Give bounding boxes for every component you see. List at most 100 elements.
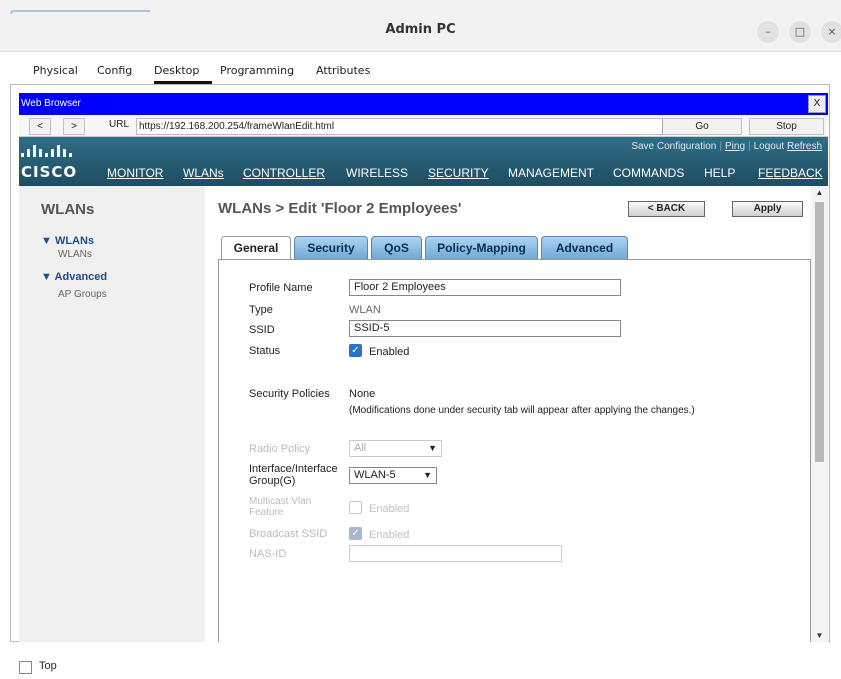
security-policies-note: (Modifications done under security tab w… — [349, 405, 695, 416]
back-page-button[interactable]: < BACK — [628, 201, 705, 217]
window-title: Admin PC — [385, 22, 456, 37]
sidebar-group-wlans[interactable]: ▼ WLANs — [41, 235, 94, 247]
scroll-up-icon[interactable]: ▲ — [811, 188, 828, 197]
tab-physical[interactable]: Physical — [33, 58, 78, 84]
menu-wlans[interactable]: WLANs — [183, 166, 224, 180]
scroll-down-icon[interactable]: ▼ — [811, 631, 828, 640]
sidebar: WLANs ▼ WLANs WLANs ▼ Advanced AP Groups — [19, 186, 205, 642]
broadcast-enabled-label: Enabled — [369, 529, 410, 541]
check-icon: ✓ — [351, 345, 360, 356]
radio-policy-value: All — [354, 442, 367, 454]
top-checkbox[interactable] — [19, 661, 32, 674]
page-title: WLANs > Edit 'Floor 2 Employees' — [218, 200, 462, 217]
titlebar-decoration — [10, 10, 150, 14]
close-button[interactable]: × — [821, 21, 841, 43]
cisco-header: CISCO Save Configuration | Ping | Logout Ref… — [19, 137, 828, 186]
sidebar-title: WLANs — [41, 201, 95, 218]
browser-close-button[interactable]: X — [808, 95, 826, 113]
nas-id-input — [349, 545, 562, 562]
tab-general[interactable]: General — [221, 236, 291, 261]
profile-name-label: Profile Name — [249, 282, 313, 294]
status-checkbox[interactable]: ✓ — [349, 344, 362, 357]
maximize-button[interactable]: □ — [789, 21, 811, 43]
radio-policy-select: All ▼ — [349, 440, 442, 457]
go-button[interactable]: Go — [662, 118, 742, 135]
security-policies-label: Security Policies — [249, 388, 330, 400]
sidebar-group-advanced-label: Advanced — [54, 271, 108, 283]
cisco-logo-text: CISCO — [21, 163, 78, 181]
menu-monitor[interactable]: MONITOR — [107, 166, 163, 180]
url-input[interactable]: https://192.168.200.254/frameWlanEdit.ht… — [136, 118, 681, 135]
minimize-button[interactable]: – — [757, 21, 779, 43]
broadcast-ssid-label: Broadcast SSID — [249, 528, 328, 540]
radio-policy-label: Radio Policy — [249, 443, 311, 455]
menu-security-label: SECURITY — [428, 166, 489, 180]
type-value: WLAN — [349, 304, 381, 316]
menu-controller[interactable]: CONTROLLER — [243, 166, 325, 180]
tab-attributes[interactable]: Attributes — [316, 58, 370, 84]
url-label: URL — [109, 119, 130, 130]
scrollbar-thumb[interactable] — [815, 202, 824, 462]
broadcast-ssid-checkbox: ✓ — [349, 527, 362, 540]
window-titlebar: Admin PC – □ × — [0, 0, 841, 52]
forward-button[interactable]: > — [63, 118, 85, 135]
top-label: Top — [39, 660, 57, 672]
multicast-vlan-label: Multicast Vlan Feature — [249, 496, 312, 518]
sidebar-group-advanced[interactable]: ▼ Advanced — [41, 271, 107, 283]
status-enabled-label: Enabled — [369, 346, 410, 358]
profile-name-input[interactable]: Floor 2 Employees — [349, 279, 621, 296]
apply-button[interactable]: Apply — [732, 201, 803, 217]
menu-feedback[interactable]: FEEDBACK — [758, 166, 823, 180]
expand-arrow-icon: ▼ — [41, 235, 52, 247]
vertical-scrollbar[interactable]: ▲ ▼ — [811, 186, 828, 642]
menu-wlans-label: WLANs — [183, 166, 224, 180]
menu-commands-label: COMMANDS — [613, 166, 685, 180]
security-policies-value: None — [349, 388, 376, 400]
menu-wireless[interactable]: WIRELESS — [346, 166, 408, 180]
interface-value: WLAN-5 — [354, 469, 396, 481]
ssid-label: SSID — [249, 324, 275, 336]
sidebar-group-wlans-label: WLANs — [54, 235, 95, 247]
interface-label: Interface/Interface Group(G) — [249, 463, 338, 487]
multicast-enabled-label: Enabled — [369, 503, 410, 515]
tab-desktop[interactable]: Desktop — [154, 58, 212, 84]
logout-link[interactable]: Logout — [754, 141, 785, 152]
stop-button[interactable]: Stop — [749, 118, 824, 135]
menu-help[interactable]: HELP — [704, 166, 735, 180]
multicast-vlan-checkbox — [349, 501, 362, 514]
top-links: Save Configuration | Ping | Logout Refresh — [631, 141, 822, 152]
tab-programming[interactable]: Programming — [220, 58, 294, 84]
check-icon: ✓ — [351, 528, 360, 539]
sidebar-item-ap-groups[interactable]: AP Groups — [58, 289, 107, 300]
menu-controller-label: CONTROLLER — [243, 166, 326, 180]
menu-feedback-label: FEEDBACK — [758, 166, 823, 180]
save-configuration-link[interactable]: Save Configuration — [631, 141, 716, 152]
tab-advanced[interactable]: Advanced — [541, 236, 628, 260]
browser-navbar: < > URL https://192.168.200.254/frameWla… — [19, 115, 828, 137]
menu-commands[interactable]: COMMANDS — [613, 166, 684, 180]
menu-management-label: MANAGEMENT — [508, 166, 595, 180]
chevron-down-icon: ▼ — [428, 443, 437, 453]
tab-security[interactable]: Security — [294, 236, 368, 260]
back-button[interactable]: < — [29, 118, 51, 135]
expand-arrow-icon: ▼ — [41, 271, 52, 283]
refresh-link[interactable]: Refresh — [787, 141, 822, 152]
status-label: Status — [249, 345, 281, 357]
type-label: Type — [249, 304, 273, 316]
menu-wireless-label: WIRELESS — [346, 166, 409, 180]
interface-select[interactable]: WLAN-5 ▼ — [349, 467, 437, 484]
ping-link[interactable]: Ping — [725, 141, 745, 152]
nas-id-label: NAS-ID — [249, 548, 287, 560]
menu-management[interactable]: MANAGEMENT — [508, 166, 594, 180]
menu-monitor-label: MONITOR — [107, 166, 164, 180]
menu-help-label: HELP — [704, 166, 736, 180]
web-browser-title: Web Browser — [21, 98, 81, 109]
sidebar-item-wlans[interactable]: WLANs — [58, 249, 92, 260]
ssid-input[interactable]: SSID-5 — [349, 320, 621, 337]
tab-qos[interactable]: QoS — [371, 236, 422, 260]
web-browser-titlebar: Web Browser X — [19, 93, 828, 115]
chevron-down-icon: ▼ — [423, 470, 432, 480]
menu-security[interactable]: SECURITY — [428, 166, 489, 180]
tab-policy-mapping[interactable]: Policy-Mapping — [425, 236, 538, 260]
tab-config[interactable]: Config — [97, 58, 132, 84]
